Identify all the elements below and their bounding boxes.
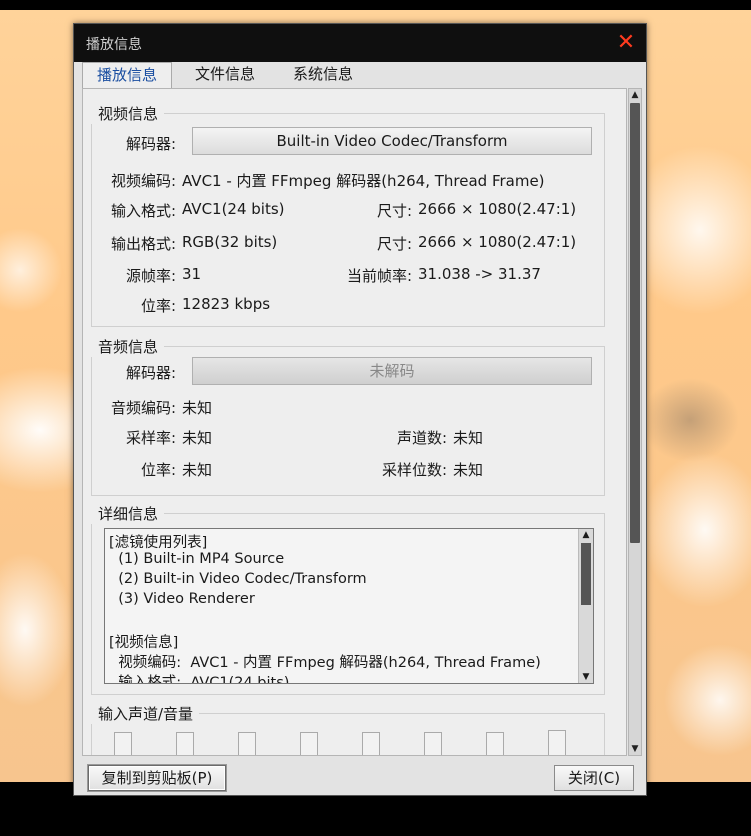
volume-group: 输入声道/音量 xyxy=(90,703,605,755)
audio-info-title: 音频信息 xyxy=(90,336,165,357)
audio-decoder-label: 解码器: xyxy=(125,364,176,382)
audio-decoder-button: 未解码 xyxy=(192,357,592,385)
tab-content-panel: 视频信息 解码器: Built-in Video Codec/Transform… xyxy=(82,88,627,756)
input-size-value: 2666 × 1080(2.47:1) xyxy=(418,200,577,218)
video-decoder-label: 解码器: xyxy=(125,135,176,153)
window-title: 播放信息 xyxy=(86,37,142,53)
detail-info-group: 详细信息 [滤镜使用列表] (1) Built-in MP4 Source (2… xyxy=(90,503,605,695)
audio-bitrate-value: 未知 xyxy=(182,461,213,479)
channel-meter xyxy=(300,732,318,755)
tab-system-info[interactable]: 系统信息 xyxy=(279,62,367,88)
video-codec-value: AVC1 - 内置 FFmpeg 解码器(h264, Thread Frame) xyxy=(182,172,545,190)
channel-meter xyxy=(362,732,380,755)
channels-value: 未知 xyxy=(453,429,484,447)
video-codec-label: 视频编码: xyxy=(110,172,176,190)
detail-text-area[interactable]: [滤镜使用列表] (1) Built-in MP4 Source (2) Bui… xyxy=(104,528,594,684)
video-info-title: 视频信息 xyxy=(90,103,165,124)
detail-scrollbar[interactable]: ▲ ▼ xyxy=(578,529,593,683)
input-format-value: AVC1(24 bits) xyxy=(182,200,285,218)
channels-label: 声道数: xyxy=(396,429,447,447)
panel-scrollbar[interactable]: ▲ ▼ xyxy=(628,88,642,756)
video-bitrate-label: 位率: xyxy=(140,297,176,315)
channel-meter xyxy=(486,732,504,755)
tab-strip: 播放信息 文件信息 系统信息 xyxy=(82,62,642,90)
video-info-group: 视频信息 解码器: Built-in Video Codec/Transform… xyxy=(90,103,605,327)
tab-file-info[interactable]: 文件信息 xyxy=(181,62,269,88)
video-bitrate-value: 12823 kbps xyxy=(182,295,271,313)
top-black-band xyxy=(0,0,751,10)
sample-rate-value: 未知 xyxy=(182,429,213,447)
panel-scroll-thumb[interactable] xyxy=(630,103,640,543)
sample-bits-value: 未知 xyxy=(453,461,484,479)
detail-info-title: 详细信息 xyxy=(90,503,165,524)
volume-title: 输入声道/音量 xyxy=(90,703,200,724)
tab-playback-info[interactable]: 播放信息 xyxy=(82,62,173,90)
channel-meter xyxy=(424,732,442,755)
audio-info-group: 音频信息 解码器: 未解码 音频编码: 未知 采样率: 未知 声道数: 未知 位… xyxy=(90,336,605,496)
audio-codec-value: 未知 xyxy=(182,399,213,417)
close-icon[interactable]: ✕ xyxy=(616,32,636,54)
input-format-label: 输入格式: xyxy=(110,202,176,220)
scroll-up-icon[interactable]: ▲ xyxy=(579,529,593,541)
detail-line: 输入格式: AVC1(24 bits) xyxy=(109,675,290,684)
channel-meter xyxy=(238,732,256,755)
sample-bits-label: 采样位数: xyxy=(381,461,447,479)
detail-line: [滤镜使用列表] xyxy=(109,535,208,551)
source-fps-value: 31 xyxy=(182,265,202,283)
video-decoder-button[interactable]: Built-in Video Codec/Transform xyxy=(192,127,592,155)
scroll-up-icon[interactable]: ▲ xyxy=(629,89,641,101)
detail-line: (1) Built-in MP4 Source xyxy=(109,551,285,567)
title-bar[interactable]: 播放信息 ✕ xyxy=(74,24,646,62)
audio-bitrate-label: 位率: xyxy=(140,461,176,479)
sample-rate-label: 采样率: xyxy=(125,429,176,447)
copy-to-clipboard-button[interactable]: 复制到剪贴板(P) xyxy=(88,765,226,791)
detail-line: [视频信息] xyxy=(109,635,179,651)
detail-line: (3) Video Renderer xyxy=(109,591,255,607)
dialog-footer: 复制到剪贴板(P) 关闭(C) xyxy=(74,757,646,795)
close-button[interactable]: 关闭(C) xyxy=(554,765,634,791)
channel-meter xyxy=(176,732,194,755)
detail-scroll-thumb[interactable] xyxy=(581,543,591,605)
current-fps-label: 当前帧率: xyxy=(346,267,412,285)
scroll-down-icon[interactable]: ▼ xyxy=(629,743,641,755)
output-format-label: 输出格式: xyxy=(110,235,176,253)
output-size-value: 2666 × 1080(2.47:1) xyxy=(418,233,577,251)
scroll-down-icon[interactable]: ▼ xyxy=(579,671,593,683)
source-fps-label: 源帧率: xyxy=(125,267,176,285)
output-size-label: 尺寸: xyxy=(376,235,412,253)
playback-info-dialog: 播放信息 ✕ 播放信息 文件信息 系统信息 视频信息 解码器: Built-in… xyxy=(73,23,647,796)
output-format-value: RGB(32 bits) xyxy=(182,233,278,251)
detail-line: (2) Built-in Video Codec/Transform xyxy=(109,571,367,587)
audio-codec-label: 音频编码: xyxy=(110,399,176,417)
detail-line: 视频编码: AVC1 - 内置 FFmpeg 解码器(h264, Thread … xyxy=(109,655,541,671)
channel-meter xyxy=(114,732,132,755)
current-fps-value: 31.038 -> 31.37 xyxy=(418,265,541,283)
channel-meter xyxy=(548,730,566,755)
input-size-label: 尺寸: xyxy=(376,202,412,220)
